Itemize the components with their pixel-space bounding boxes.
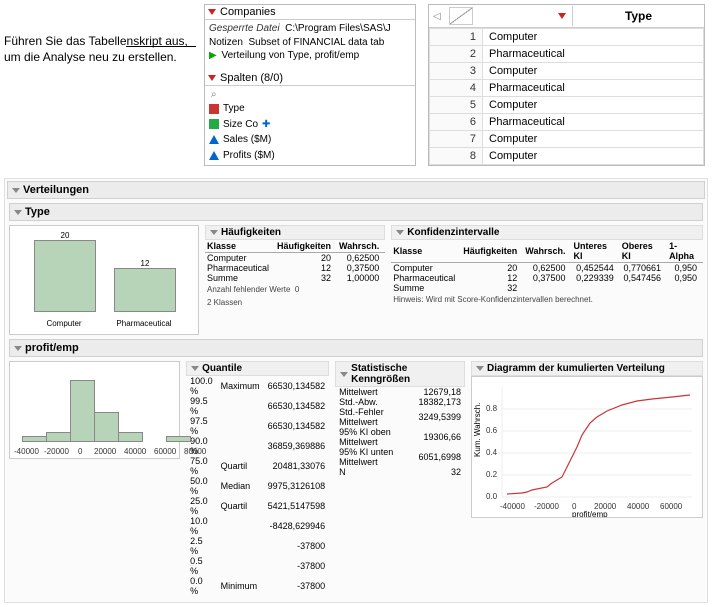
cell-type[interactable]: Pharmaceutical xyxy=(483,114,704,131)
bar-value: 20 xyxy=(35,231,95,240)
row-number[interactable]: 8 xyxy=(430,148,483,165)
column-item[interactable]: Profits ($M) xyxy=(209,148,411,164)
table-script-row[interactable]: ▶ Verteilung von Type, profit/emp xyxy=(209,49,411,63)
rows-cols-corner[interactable] xyxy=(449,7,473,25)
row-number[interactable]: 2 xyxy=(430,46,483,63)
cell-type[interactable]: Pharmaceutical xyxy=(483,80,704,97)
row-number[interactable]: 7 xyxy=(430,131,483,148)
row-number[interactable]: 4 xyxy=(430,80,483,97)
column-item[interactable]: Sales ($M) xyxy=(209,132,411,148)
svg-text:0.4: 0.4 xyxy=(486,448,498,457)
profitemp-section-header[interactable]: profit/emp xyxy=(9,339,703,357)
annotation-text: Führen Sie das Tabellenskript aus, um di… xyxy=(4,4,204,166)
ci-note: Hinweis: Wird mit Score-Konfidenzinterva… xyxy=(391,293,703,306)
ci-header[interactable]: Konfidenzintervalle xyxy=(391,225,703,240)
ci-table: KlasseHäufigkeitenWahrsch.Unteres KIOber… xyxy=(391,240,703,293)
distributions-header[interactable]: Verteilungen xyxy=(7,181,705,199)
type-section-header[interactable]: Type xyxy=(9,203,703,221)
columns-panel-body: Type Size Co ✚ Sales ($M) Profits ($M) xyxy=(205,86,415,166)
stats-header[interactable]: Statistische Kenngrößen xyxy=(335,361,465,387)
companies-panel-header[interactable]: Companies xyxy=(205,5,415,20)
svg-text:40000: 40000 xyxy=(627,502,650,511)
menu-icon[interactable] xyxy=(558,13,566,19)
row-number[interactable]: 1 xyxy=(430,29,483,46)
svg-text:0.0: 0.0 xyxy=(486,492,498,501)
data-table-panel: ◁ Type 1Computer2Pharmaceutical3Computer… xyxy=(428,4,705,166)
column-header-type[interactable]: Type xyxy=(572,6,704,26)
quantiles-header[interactable]: Quantile xyxy=(186,361,329,376)
disclosure-icon xyxy=(208,75,216,81)
cell-type[interactable]: Computer xyxy=(483,148,704,165)
row-number[interactable]: 3 xyxy=(430,63,483,80)
locked-label: Gesperrte Datei xyxy=(209,23,280,34)
ordinal-icon xyxy=(209,119,219,129)
cell-type[interactable]: Computer xyxy=(483,63,704,80)
svg-text:0.8: 0.8 xyxy=(486,404,498,413)
continuous-icon xyxy=(209,135,219,144)
file-path: C:\Program Files\SAS\J xyxy=(285,23,391,34)
run-icon: ▶ xyxy=(209,50,217,61)
quantiles-table: 100.0 %Maximum66530,13458299.5 %66530,13… xyxy=(186,376,329,596)
continuous-icon xyxy=(209,151,219,160)
cell-type[interactable]: Computer xyxy=(483,131,704,148)
profitemp-histogram: -40000 -20000 0 20000 40000 60000 80000 xyxy=(9,361,180,459)
cell-type[interactable]: Pharmaceutical xyxy=(483,46,704,63)
data-table: 1Computer2Pharmaceutical3Computer4Pharma… xyxy=(429,28,704,165)
columns-panel-header[interactable]: Spalten (8/0) xyxy=(205,71,415,86)
row-number[interactable]: 5 xyxy=(430,97,483,114)
distributions-report: Verteilungen Type 20 12 Computer Pharmac… xyxy=(4,178,708,603)
cdf-x-label: profit/emp xyxy=(572,510,608,517)
svg-text:60000: 60000 xyxy=(660,502,683,511)
bar-value: 12 xyxy=(115,259,175,268)
svg-text:0.6: 0.6 xyxy=(486,426,498,435)
svg-text:-40000: -40000 xyxy=(500,502,525,511)
type-bar-chart: 20 12 Computer Pharmaceutical xyxy=(9,225,199,335)
freq-header[interactable]: Häufigkeiten xyxy=(205,225,385,240)
columns-search[interactable] xyxy=(209,88,415,101)
cdf-chart: 0.00.20.4 0.60.8 -40000-200000 200004000… xyxy=(471,376,703,518)
notes-value: Subset of FINANCIAL data tab xyxy=(248,37,384,48)
bar-category: Computer xyxy=(34,319,94,328)
nominal-icon xyxy=(209,104,219,114)
companies-panel-body: Gesperrte Datei C:\Program Files\SAS\J N… xyxy=(205,20,415,65)
stats-table: Mittelwert12679,18Std.-Abw.18382,173Std.… xyxy=(335,387,465,477)
freq-table: KlasseHäufigkeitenWahrsch. Computer200,6… xyxy=(205,240,385,283)
script-name: Verteilung von Type, profit/emp xyxy=(221,50,359,61)
column-item[interactable]: Size Co ✚ xyxy=(209,117,411,133)
svg-text:0.2: 0.2 xyxy=(486,470,498,479)
cdf-y-label: Kum. Wahrsch. xyxy=(473,403,482,457)
companies-title: Companies xyxy=(220,6,276,18)
notes-label: Notizen xyxy=(209,37,243,48)
cell-type[interactable]: Computer xyxy=(483,29,704,46)
cdf-header[interactable]: Diagramm der kumulierten Verteilung xyxy=(471,361,703,376)
cell-type[interactable]: Computer xyxy=(483,97,704,114)
disclosure-icon xyxy=(208,9,216,15)
prev-icon[interactable]: ◁ xyxy=(433,11,441,22)
columns-title: Spalten (8/0) xyxy=(220,72,283,84)
column-item[interactable]: Type xyxy=(209,101,411,117)
row-number[interactable]: 6 xyxy=(430,114,483,131)
svg-text:-20000: -20000 xyxy=(534,502,559,511)
bar-category: Pharmaceutical xyxy=(104,319,184,328)
annotation-pointer xyxy=(126,46,196,75)
side-panels: Companies Gesperrte Datei C:\Program Fil… xyxy=(204,4,416,166)
